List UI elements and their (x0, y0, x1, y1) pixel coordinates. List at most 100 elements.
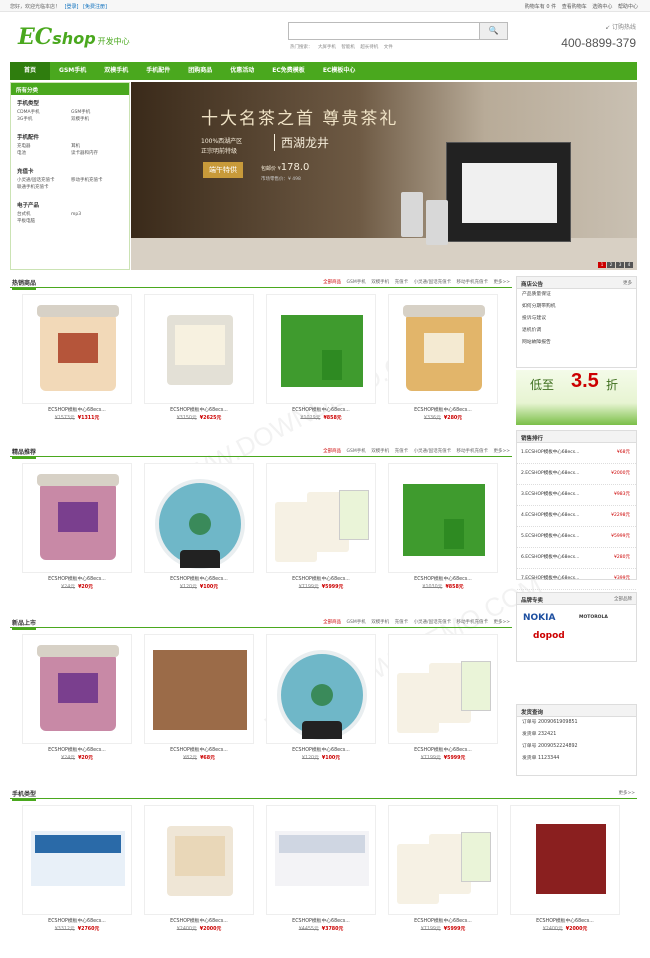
section-tab[interactable]: 全部商品 (323, 280, 341, 285)
product-name[interactable]: ECSHOP模板中心68ecs... (144, 917, 254, 924)
help-center-link[interactable]: 帮助中心 (618, 4, 638, 10)
product-card[interactable]: ECSHOP模板中心68ecs... ¥4455元 ¥3780元 (266, 805, 376, 935)
category-item[interactable]: 充电器 (17, 143, 71, 150)
ranking-item[interactable]: 1.ECSHOP模板中心68ecs... ¥68元 (517, 443, 636, 464)
section-tab[interactable]: GSM手机 (347, 620, 366, 625)
notice-item[interactable]: 产品质量保证 (517, 289, 636, 301)
section-tab[interactable]: 全部商品 (323, 620, 341, 625)
section-tab[interactable]: GSM手机 (347, 449, 366, 454)
section-tab[interactable]: 移动手机充值卡 (457, 449, 489, 454)
product-name[interactable]: ECSHOP模板中心68ecs... (22, 575, 132, 582)
brand-motorola[interactable]: MOTOROLA (579, 615, 608, 620)
product-image[interactable] (266, 463, 376, 573)
product-card[interactable]: ECSHOP模板中心68ecs... ¥7199元 ¥5999元 (388, 805, 498, 935)
banner-dot[interactable]: 4 (625, 262, 633, 268)
category-item[interactable]: 电池 (17, 150, 71, 157)
section-more[interactable]: 更多>> (618, 791, 635, 796)
product-image[interactable] (266, 294, 376, 404)
product-name[interactable]: ECSHOP模板中心68ecs... (22, 917, 132, 924)
product-card[interactable]: ECSHOP模板中心68ecs... ¥1029元 ¥858元 (266, 294, 376, 424)
hot-keyword[interactable]: 智能机 (341, 45, 355, 50)
section-tab[interactable]: 双模手机 (371, 280, 389, 285)
brand-nokia[interactable]: NOKIA (523, 613, 555, 623)
site-logo[interactable]: ECshop 开发中心 (18, 24, 178, 54)
product-image[interactable] (266, 805, 376, 915)
register-link[interactable]: [免费注册] (83, 4, 107, 10)
hero-banner[interactable]: 十大名茶之首 尊贵茶礼 100%西湖产区 正宗明前特级 西湖龙井 端午特供 包邮… (131, 82, 637, 270)
brand-dopod[interactable]: dopod (533, 631, 565, 641)
brands-more-link[interactable]: 全部品牌 (614, 596, 632, 602)
nav-group-buy[interactable]: 团购商品 (179, 62, 221, 80)
product-image[interactable] (22, 463, 132, 573)
section-tab[interactable]: 双模手机 (371, 620, 389, 625)
product-card[interactable]: ECSHOP模板中心68ecs... ¥120元 ¥100元 (144, 463, 254, 593)
section-tab[interactable]: GSM手机 (347, 280, 366, 285)
hot-keyword[interactable]: 大屏手机 (318, 45, 336, 50)
section-tab[interactable]: 小灵通/固话充值卡 (414, 280, 452, 285)
product-image[interactable] (144, 294, 254, 404)
nav-dual[interactable]: 双模手机 (95, 62, 137, 80)
nav-accessories[interactable]: 手机配件 (137, 62, 179, 80)
category-item[interactable]: GSM手机 (71, 109, 125, 116)
ranking-item[interactable]: 5.ECSHOP模板中心68ecs... ¥5999元 (517, 527, 636, 548)
banner-dot[interactable]: 2 (607, 262, 615, 268)
nav-promotions[interactable]: 优惠活动 (221, 62, 263, 80)
search-button[interactable]: 🔍 (479, 23, 507, 39)
product-card[interactable]: ECSHOP模板中心68ecs... ¥2400元 ¥2000元 (510, 805, 620, 935)
notice-item[interactable]: 退机价调 (517, 325, 636, 337)
product-name[interactable]: ECSHOP模板中心68ecs... (388, 917, 498, 924)
product-name[interactable]: ECSHOP模板中心68ecs... (510, 917, 620, 924)
login-link[interactable]: [登录] (65, 4, 79, 10)
category-item[interactable]: 移动手机充值卡 (71, 177, 125, 184)
product-image[interactable] (388, 805, 498, 915)
product-card[interactable]: ECSHOP模板中心68ecs... ¥24元 ¥20元 (22, 634, 132, 764)
category-item[interactable]: mp3 (71, 211, 125, 218)
section-tab[interactable]: 移动手机充值卡 (457, 620, 489, 625)
category-item[interactable]: 耳机 (71, 143, 125, 150)
product-image[interactable] (144, 463, 254, 573)
category-item[interactable]: 联通手机充值卡 (17, 184, 71, 191)
section-tab[interactable]: 全部商品 (323, 449, 341, 454)
product-image[interactable] (22, 634, 132, 744)
product-image[interactable] (144, 805, 254, 915)
section-more[interactable]: 更多>> (493, 620, 510, 625)
nav-free-templates[interactable]: EC免费模板 (263, 62, 314, 80)
product-image[interactable] (22, 294, 132, 404)
product-card[interactable]: ECSHOP模板中心68ecs... ¥3150元 ¥2625元 (144, 294, 254, 424)
product-card[interactable]: ECSHOP模板中心68ecs... ¥24元 ¥20元 (22, 463, 132, 593)
section-tab[interactable]: 充值卡 (395, 280, 409, 285)
section-more[interactable]: 更多>> (493, 280, 510, 285)
product-image[interactable] (144, 634, 254, 744)
category-item[interactable]: CDMA手机 (17, 109, 71, 116)
product-name[interactable]: ECSHOP模板中心68ecs... (144, 575, 254, 582)
section-tab[interactable]: 充值卡 (395, 449, 409, 454)
product-name[interactable]: ECSHOP模板中心68ecs... (388, 406, 498, 413)
product-image[interactable] (22, 805, 132, 915)
search-input[interactable] (289, 23, 479, 39)
nav-gsm[interactable]: GSM手机 (50, 62, 95, 80)
notice-item[interactable]: 如何分期带购机 (517, 301, 636, 313)
product-card[interactable]: ECSHOP模板中心68ecs... ¥82元 ¥68元 (144, 634, 254, 764)
hot-keyword[interactable]: 文件 (384, 45, 393, 50)
category-item[interactable]: 台式机 (17, 211, 71, 218)
ranking-item[interactable]: 3.ECSHOP模板中心68ecs... ¥983元 (517, 485, 636, 506)
product-card[interactable]: ECSHOP模板中心68ecs... ¥7199元 ¥5999元 (266, 463, 376, 593)
banner-dot[interactable]: 3 (616, 262, 624, 268)
ranking-item[interactable]: 4.ECSHOP模板中心68ecs... ¥2298元 (517, 506, 636, 527)
section-more[interactable]: 更多>> (493, 449, 510, 454)
banner-dot[interactable]: 1 (598, 262, 606, 268)
product-name[interactable]: ECSHOP模板中心68ecs... (266, 406, 376, 413)
product-name[interactable]: ECSHOP模板中心68ecs... (388, 575, 498, 582)
category-item[interactable]: 读卡器和内存 (71, 150, 125, 157)
view-cart-link[interactable]: 查看购物车 (562, 4, 587, 10)
product-image[interactable] (388, 463, 498, 573)
product-name[interactable]: ECSHOP模板中心68ecs... (266, 917, 376, 924)
product-card[interactable]: ECSHOP模板中心68ecs... ¥336元 ¥280元 (388, 294, 498, 424)
notice-more-link[interactable]: 更多 (623, 280, 632, 286)
section-tab[interactable]: 充值卡 (395, 620, 409, 625)
notice-item[interactable]: 投诉与建议 (517, 313, 636, 325)
product-name[interactable]: ECSHOP模板中心68ecs... (266, 746, 376, 753)
product-card[interactable]: ECSHOP模板中心68ecs... ¥1573元 ¥1311元 (22, 294, 132, 424)
ranking-item[interactable]: 7.ECSHOP模板中心68ecs... ¥399元 (517, 569, 636, 590)
section-tab[interactable]: 小灵通/固话充值卡 (414, 620, 452, 625)
